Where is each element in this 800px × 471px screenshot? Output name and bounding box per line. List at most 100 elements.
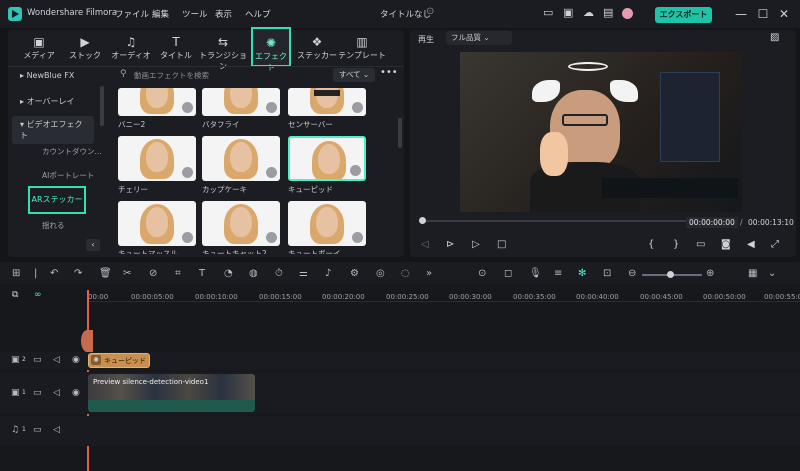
menu-tools[interactable]: ツール [182,8,208,20]
menu-edit[interactable]: 編集 [152,8,169,20]
avatar[interactable] [622,8,633,19]
eye-icon[interactable]: ◉ [72,355,80,365]
cut-icon[interactable]: ✂ [123,268,131,279]
step-forward-icon[interactable]: ⊳ [446,239,454,250]
snapshot-view-icon[interactable]: ▨ [770,32,779,43]
more-tools-icon[interactable]: » [426,268,432,279]
stabilize-icon[interactable]: ◎ [376,268,385,279]
folder-icon[interactable]: ▭ [33,355,42,365]
play-icon[interactable]: ▷ [472,239,480,250]
volume-icon[interactable]: ◀ [747,239,755,250]
more-icon[interactable]: ••• [380,67,398,78]
sidebar-item-countdown[interactable]: カウントダウン... [42,146,102,157]
tab-stock[interactable]: ▶ ストック [64,34,106,64]
zoom-in-icon[interactable]: ⊕ [706,268,714,279]
fullscreen-icon[interactable]: ⤢ [771,239,779,250]
gift-icon[interactable]: ▤ [603,6,613,19]
sidebar-item-video-effects[interactable]: ▾ ビデオエフェクト [12,116,94,144]
sidebar-item-newblue[interactable]: ▸ NewBlue FX [20,71,74,80]
search-input[interactable]: 動画エフェクトを検索 [134,70,209,81]
sidebar-scrollbar[interactable] [100,86,104,126]
motion-icon[interactable]: ⚙ [350,268,359,279]
color-icon[interactable]: ◍ [249,268,258,279]
minimize-icon[interactable]: — [733,6,749,22]
download-icon[interactable] [182,167,193,178]
save-icon[interactable]: ▣ [563,6,573,19]
mute-icon[interactable]: ◁ [53,388,60,398]
playhead-handle[interactable] [81,330,93,352]
tab-transition[interactable]: ⇆トランジション [199,34,247,71]
sidebar-item-ar-sticker[interactable]: ARステッカー [28,186,86,214]
speed-icon[interactable]: ◔ [224,268,233,279]
disable-icon[interactable]: ⊘ [149,268,157,279]
camera-icon[interactable]: ◙ [721,239,731,250]
add-track-icon[interactable]: ⧉ [12,290,18,300]
tab-template[interactable]: ▥ テンプレート [338,34,386,64]
menu-view[interactable]: 表示 [215,8,232,20]
redo-icon[interactable]: ↷ [74,268,82,279]
voiceover-icon[interactable]: ≡ [554,268,562,279]
eye-icon[interactable]: ◉ [72,388,80,398]
link-icon[interactable]: ∞ [34,290,42,300]
download-icon[interactable] [182,232,193,243]
download-icon[interactable] [350,165,361,176]
cloud-icon[interactable]: ☁ [583,6,594,19]
text-icon[interactable]: T [199,268,205,279]
menu-file[interactable]: ファイル [115,8,149,20]
tab-audio[interactable]: ♫ オーディオ [110,34,152,64]
zoom-slider-handle[interactable] [667,271,674,278]
collapse-sidebar-icon[interactable]: ‹ [86,239,100,251]
stop-icon[interactable]: □ [497,239,506,250]
effect-thumb-cherry[interactable] [118,136,196,181]
mute-icon[interactable]: ◁ [53,355,60,365]
tab-media[interactable]: ▣ メディア [18,34,60,64]
effect-thumb-censor[interactable] [288,88,366,116]
auto-reframe-icon[interactable]: ◌ [401,268,410,279]
tab-sticker[interactable]: ❖ ステッカー [296,34,338,64]
audio-adjust-icon[interactable]: ♪ [325,268,331,279]
crop-icon[interactable]: ⌗ [175,268,181,279]
tab-effects[interactable]: ✺ エフェクト [251,27,291,72]
layout-icon[interactable]: ▭ [543,6,553,19]
effects-scrollbar[interactable] [398,118,402,148]
effect-thumb-cute-boy[interactable] [288,201,366,246]
scrubber-handle[interactable] [419,217,426,224]
download-icon[interactable] [352,102,363,113]
delete-icon[interactable]: 🗑 [99,268,112,279]
timer-icon[interactable]: ⏱ [275,268,283,279]
mark-out-icon[interactable]: } [673,239,679,250]
folder-icon[interactable]: ▭ [33,425,42,435]
download-icon[interactable] [182,102,193,113]
download-icon[interactable] [266,167,277,178]
mic-icon[interactable]: 🎙 [529,268,542,279]
effect-thumb-bunny2[interactable] [118,88,196,116]
close-icon[interactable]: ✕ [776,6,792,22]
quality-dropdown[interactable]: フル品質 ⌄ [446,31,512,45]
effect-thumb-butterfly[interactable] [202,88,280,116]
download-icon[interactable] [266,102,277,113]
snap-icon[interactable]: ✻ [578,268,586,279]
select-icon[interactable]: | [34,268,37,279]
effect-thumb-cute-muscle[interactable] [118,201,196,246]
render-icon[interactable]: ⊙ [478,268,486,279]
grid-icon[interactable]: ⊞ [12,268,20,279]
download-icon[interactable] [266,232,277,243]
undo-icon[interactable]: ↶ [50,268,58,279]
prev-frame-icon[interactable]: ◁ [421,239,429,250]
mute-icon[interactable]: ◁ [53,425,60,435]
maximize-icon[interactable]: ☐ [755,6,771,22]
export-button[interactable]: エクスポート ⌄ [655,7,712,35]
marker-icon[interactable]: ◻ [504,268,512,279]
effect-thumb-cupcake[interactable] [202,136,280,181]
folder-icon[interactable]: ▭ [33,388,42,398]
effect-thumb-cupid[interactable] [288,136,366,181]
adjust-icon[interactable]: ⚌ [299,268,308,279]
display-icon[interactable]: ▭ [696,239,705,250]
download-icon[interactable] [352,232,363,243]
sidebar-item-ai-portrait[interactable]: AIポートレート [42,170,94,181]
sidebar-item-shake[interactable]: 揺れる [42,220,65,231]
zoom-out-icon[interactable]: ⊖ [628,268,636,279]
effect-thumb-cute-cat2[interactable] [202,201,280,246]
sidebar-item-overlay[interactable]: ▸ オーバーレイ [20,96,74,107]
audio-waveform[interactable] [88,400,255,412]
